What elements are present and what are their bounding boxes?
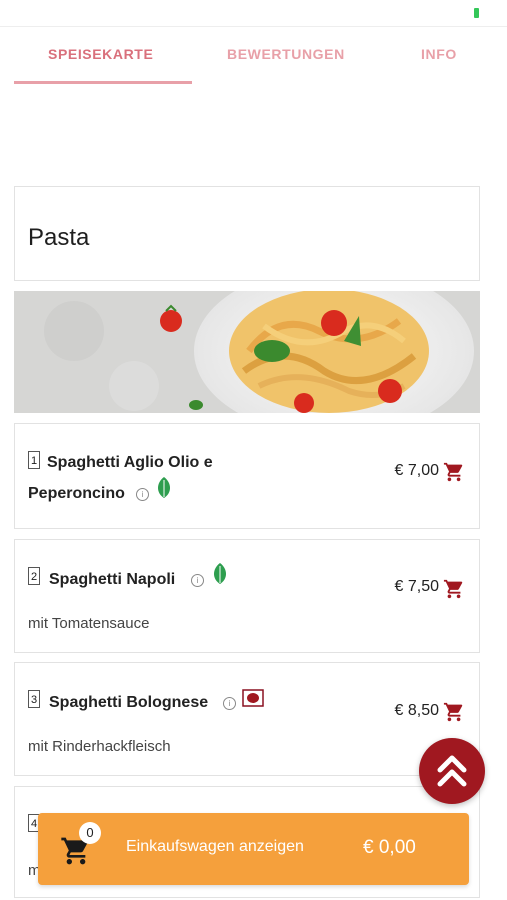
active-tab-indicator (14, 81, 192, 84)
category-title: Pasta (28, 224, 90, 251)
menu-item-1[interactable]: 1 Spaghetti Aglio Olio e Peperoncino i €… (14, 423, 480, 529)
tab-bar: SPEISEKARTE BEWERTUNGEN INFO (0, 26, 507, 86)
beef-icon (242, 689, 264, 707)
item-number: 3 (28, 690, 40, 708)
info-icon[interactable]: i (191, 574, 204, 587)
tab-bewertungen[interactable]: BEWERTUNGEN (227, 46, 345, 62)
cart-total: € 0,00 (363, 837, 416, 858)
status-bar (0, 0, 507, 27)
item-name-continued: Peperoncino (28, 485, 125, 502)
item-description: mit Tomatensauce (28, 615, 150, 632)
item-name: Spaghetti Bolognese (49, 694, 209, 711)
item-price: € 7,00 (394, 462, 439, 479)
double-chevron-up-icon (437, 755, 467, 787)
leaf-icon (158, 477, 170, 498)
view-cart-bar[interactable]: 0 Einkaufswagen anzeigen € 0,00 (38, 813, 469, 885)
cart-count-badge: 0 (79, 822, 101, 844)
item-price: € 8,50 (394, 702, 439, 719)
scroll-to-top-button[interactable] (419, 738, 485, 804)
item-number: 2 (28, 567, 40, 585)
tab-info[interactable]: INFO (421, 46, 457, 62)
view-cart-label: Einkaufswagen anzeigen (126, 838, 304, 855)
add-to-cart-icon[interactable] (443, 701, 465, 723)
category-header-card: Pasta (14, 186, 480, 281)
item-description: mit Rinderhackfleisch (28, 738, 171, 755)
info-icon[interactable]: i (223, 697, 236, 710)
item-name: Spaghetti Aglio Olio e (47, 454, 213, 471)
tab-speisekarte[interactable]: SPEISEKARTE (48, 46, 153, 62)
battery-icon (474, 8, 479, 18)
item-number: 1 (28, 451, 40, 469)
leaf-icon (214, 563, 226, 584)
item-price: € 7,50 (394, 578, 439, 595)
menu-item-3[interactable]: 3 Spaghetti Bolognese i mit Rinderhackfl… (14, 662, 480, 776)
item-name: Spaghetti Napoli (49, 571, 176, 588)
category-banner-image (14, 291, 480, 413)
pasta-plate-illustration (14, 291, 480, 413)
add-to-cart-icon[interactable] (443, 578, 465, 600)
menu-item-2[interactable]: 2 Spaghetti Napoli i mit Tomatensauce € … (14, 539, 480, 653)
info-icon[interactable]: i (136, 488, 149, 501)
add-to-cart-icon[interactable] (443, 461, 465, 483)
